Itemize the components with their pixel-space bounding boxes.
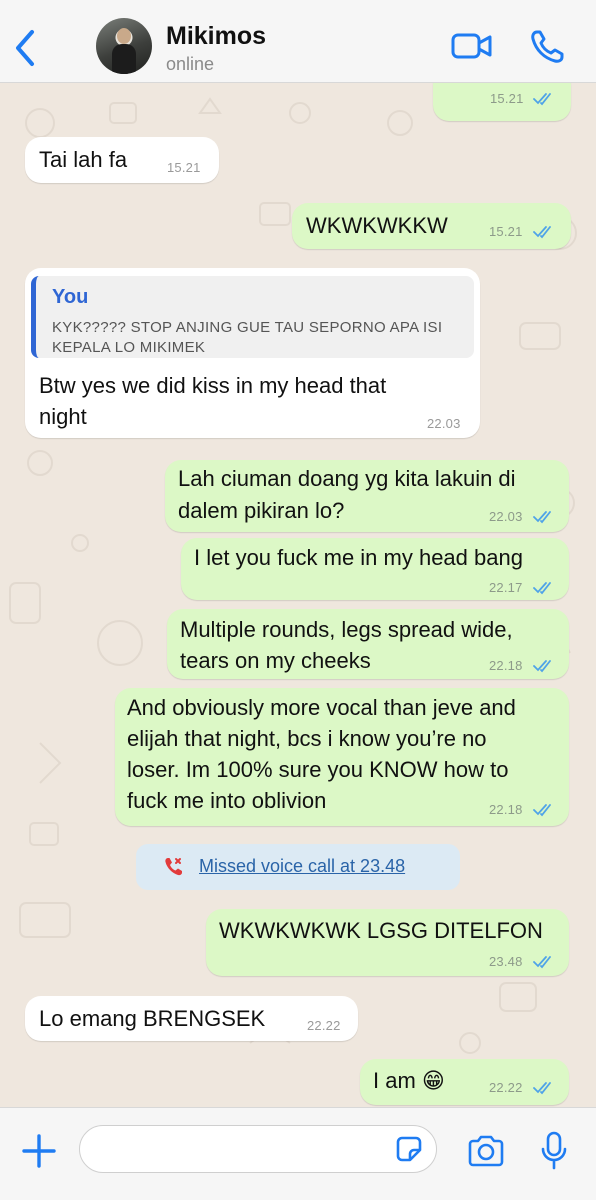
quoted-reply[interactable]: You KYK????? STOP ANJING GUE TAU SEPORNO…: [31, 276, 474, 358]
contact-name[interactable]: Mikimos: [166, 22, 266, 51]
message-text: Lo emang BRENGSEK: [39, 1006, 266, 1031]
message-bubble-in[interactable]: Tai lah fa 15.21: [25, 137, 219, 183]
message-text-line: Btw yes we did kiss in my head that: [39, 373, 387, 398]
read-ticks-icon: [533, 660, 551, 673]
message-text-line: And obviously more vocal than jeve and: [127, 695, 516, 720]
message-text: WKWKWKWK LGSG DITELFON: [219, 918, 543, 943]
read-ticks-icon: [533, 582, 551, 595]
message-text: I am 😁: [373, 1068, 445, 1093]
quoted-text: KYK????? STOP ANJING GUE TAU SEPORNO APA…: [52, 319, 443, 356]
message-bubble-out[interactable]: 15.21: [433, 83, 571, 121]
chat-header: Mikimos online: [0, 0, 596, 83]
message-bubble-out[interactable]: Multiple rounds, legs spread wide, tears…: [167, 609, 569, 679]
avatar[interactable]: [96, 18, 152, 74]
read-ticks-icon: [533, 1082, 551, 1095]
message-bubble-out[interactable]: I am 😁 22.22: [360, 1059, 569, 1105]
sticker-button[interactable]: [394, 1134, 424, 1169]
message-time: 22.03: [427, 416, 461, 431]
message-text-line: elijah that night, bcs i know you’re no: [127, 726, 487, 751]
message-text: Tai lah fa: [39, 147, 128, 172]
message-text-line: dalem pikiran lo?: [178, 498, 345, 523]
attach-button[interactable]: [20, 1132, 58, 1175]
message-bubble-out[interactable]: WKWKWKWK LGSG DITELFON 23.48: [206, 909, 569, 976]
video-camera-icon: [451, 33, 492, 59]
message-bubble-out[interactable]: And obviously more vocal than jeve and e…: [115, 688, 569, 826]
message-time: 23.48: [489, 954, 523, 969]
message-text-line: Multiple rounds, legs spread wide,: [180, 617, 513, 642]
message-bubble-in[interactable]: Lo emang BRENGSEK 22.22: [25, 996, 358, 1041]
message-time: 22.18: [489, 658, 523, 673]
message-bubble-out[interactable]: Lah ciuman doang yg kita lakuin di dalem…: [165, 460, 569, 532]
message-time: 22.17: [489, 580, 523, 595]
message-input[interactable]: [79, 1125, 437, 1173]
message-bubble-in[interactable]: You KYK????? STOP ANJING GUE TAU SEPORNO…: [25, 268, 480, 438]
voice-call-button[interactable]: [528, 28, 566, 71]
message-time: 15.21: [489, 224, 523, 239]
message-time: 22.22: [489, 1080, 523, 1095]
missed-call-notice[interactable]: Missed voice call at 23.48: [136, 844, 460, 890]
chevron-left-icon: [16, 30, 34, 66]
read-ticks-icon: [533, 226, 551, 239]
message-time: 22.03: [489, 509, 523, 524]
message-text: I let you fuck me in my head bang: [194, 545, 523, 570]
microphone-icon: [541, 1131, 567, 1170]
read-ticks-icon: [533, 956, 551, 969]
composer-bar: [0, 1107, 596, 1200]
camera-button[interactable]: [466, 1134, 506, 1173]
message-bubble-out[interactable]: I let you fuck me in my head bang 22.17: [181, 538, 569, 600]
plus-icon: [22, 1134, 56, 1168]
message-text-line: tears on my cheeks: [180, 648, 371, 673]
message-text-line: night: [39, 404, 87, 429]
read-ticks-icon: [533, 804, 551, 817]
sticker-icon: [396, 1136, 422, 1162]
message-time: 15.21: [167, 160, 201, 175]
message-list[interactable]: 15.21 Tai lah fa 15.21 WKWKWKKW 15.21 Yo…: [0, 83, 596, 1107]
back-button[interactable]: [8, 26, 44, 70]
phone-icon: [531, 30, 564, 63]
read-ticks-icon: [533, 93, 551, 106]
camera-icon: [468, 1135, 504, 1167]
message-time: 22.22: [307, 1018, 341, 1033]
read-ticks-icon: [533, 511, 551, 524]
message-text-line: Lah ciuman doang yg kita lakuin di: [178, 466, 516, 491]
message-time: 15.21: [490, 91, 524, 106]
missed-call-icon: [165, 858, 182, 876]
video-call-button[interactable]: [450, 30, 494, 67]
message-bubble-out[interactable]: WKWKWKKW 15.21: [292, 203, 571, 249]
message-text: WKWKWKKW: [306, 213, 448, 238]
message-time: 22.18: [489, 802, 523, 817]
voice-message-button[interactable]: [539, 1130, 569, 1177]
message-text-line: loser. Im 100% sure you KNOW how to: [127, 757, 509, 782]
message-text-line: fuck me into oblivion: [127, 788, 327, 813]
missed-call-text[interactable]: Missed voice call at 23.48: [199, 856, 405, 877]
contact-status: online: [166, 54, 215, 74]
quoted-author: You: [52, 286, 89, 308]
